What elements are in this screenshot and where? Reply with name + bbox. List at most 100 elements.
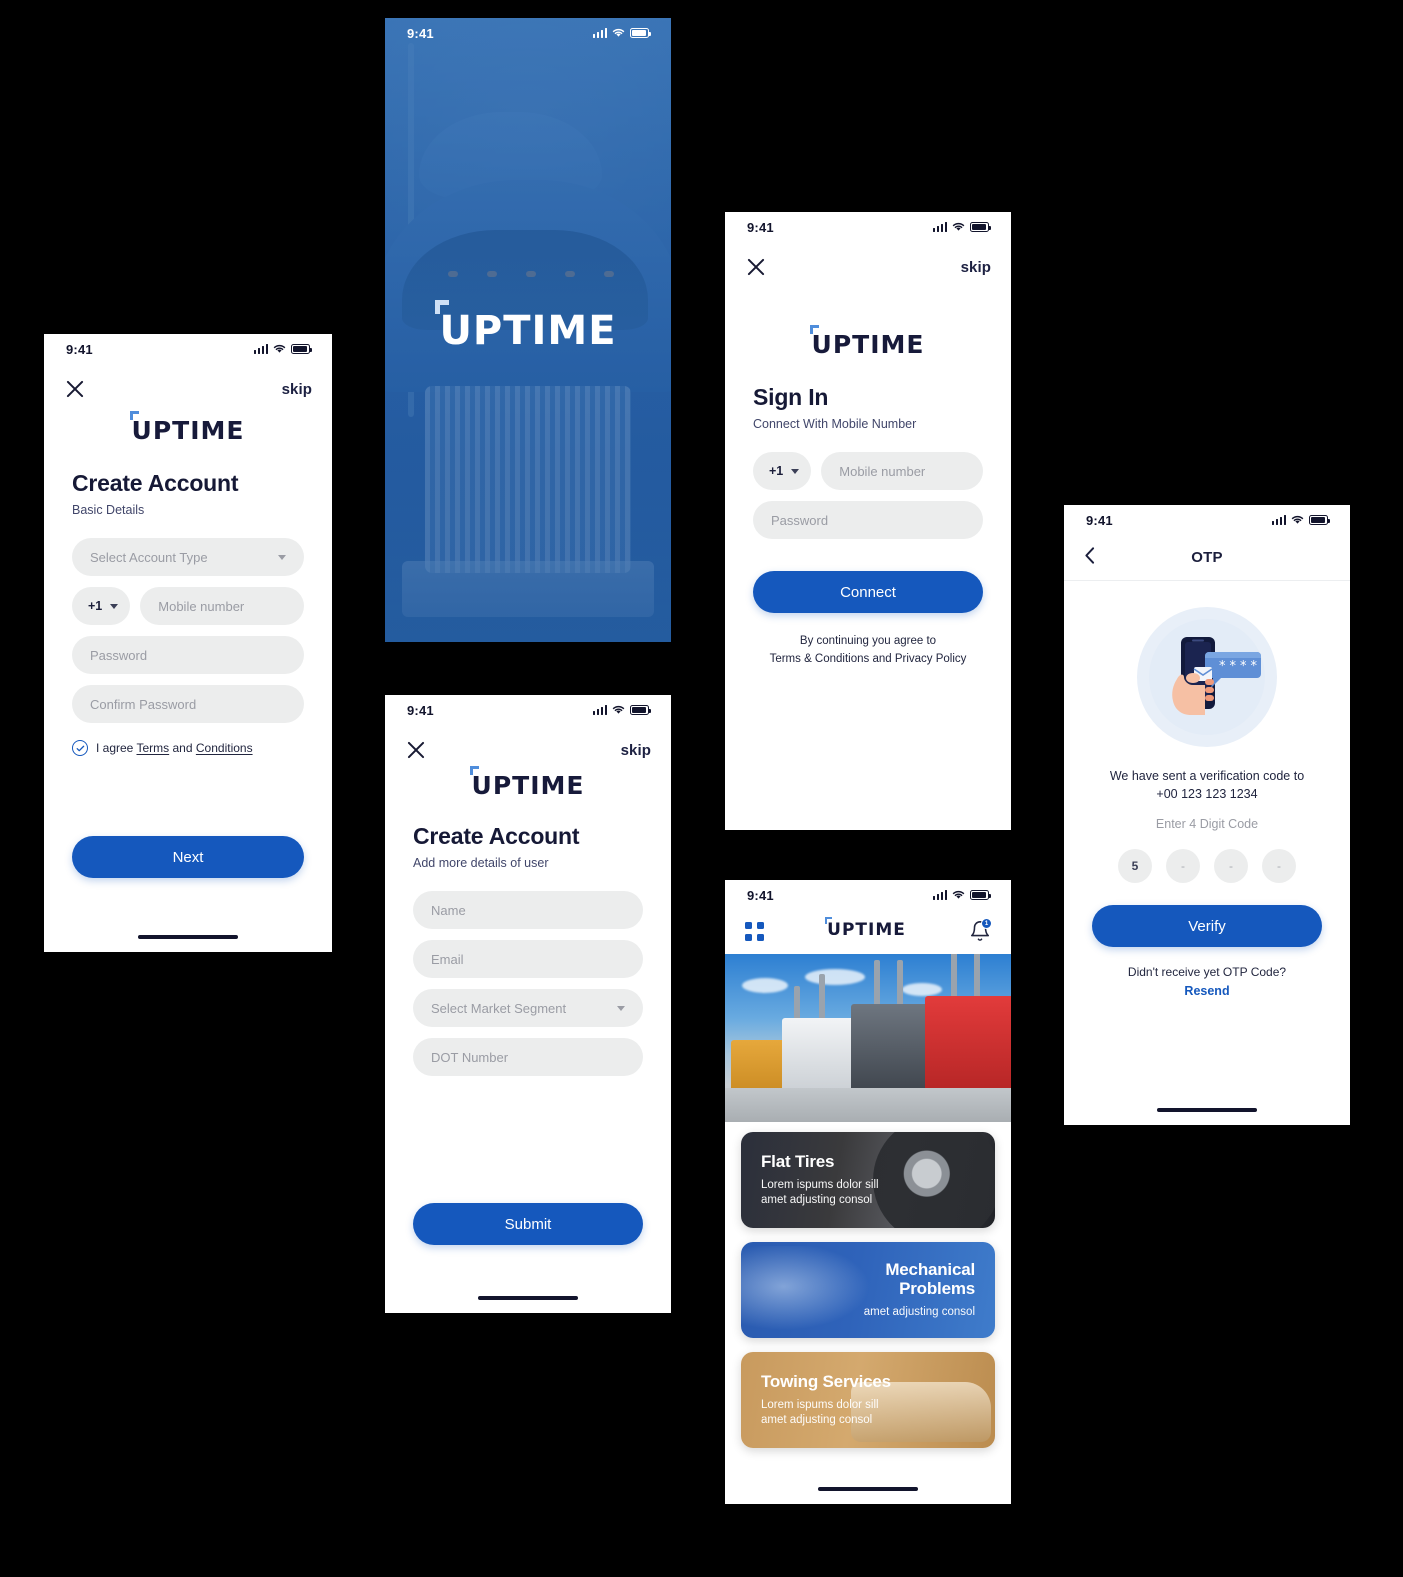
app-logo: UPTIME [825, 917, 906, 940]
confirm-password-input[interactable]: Confirm Password [72, 685, 304, 723]
logo-corner-tick [469, 766, 479, 775]
terms-link[interactable]: Terms [136, 741, 169, 755]
market-segment-select[interactable]: Select Market Segment [413, 989, 643, 1027]
otp-digit-1[interactable]: 5 [1118, 849, 1152, 884]
chevron-down-icon [617, 1005, 625, 1011]
otp-digit-2[interactable]: - [1166, 849, 1200, 884]
signal-icon [932, 222, 947, 232]
card-desc-line-1: amet adjusting consol [863, 1305, 975, 1318]
resend-button[interactable]: Resend [1064, 984, 1350, 998]
service-card-towing-services[interactable]: Towing Services Lorem ispums dolor sill … [741, 1352, 995, 1448]
connect-button[interactable]: Connect [753, 571, 983, 613]
battery-icon [1309, 515, 1330, 525]
otp-sent-line: We have sent a verification code to [1109, 769, 1305, 783]
notification-badge: 1 [981, 918, 992, 929]
verify-button[interactable]: Verify [1092, 905, 1322, 948]
conditions-link[interactable]: Conditions [196, 741, 253, 755]
signal-icon [253, 344, 268, 354]
status-time: 9:41 [407, 702, 434, 718]
notification-bell-icon[interactable]: 1 [969, 918, 992, 942]
home-indicator [478, 1296, 578, 1300]
password-placeholder: Password [771, 512, 829, 528]
hero-truck-image [725, 954, 1011, 1122]
service-card-mechanical-problems[interactable]: Mechanical Problems amet adjusting conso… [741, 1242, 995, 1338]
skip-button[interactable]: skip [961, 259, 991, 276]
signal-icon [592, 705, 607, 715]
country-code-select[interactable]: +1 [753, 452, 812, 490]
top-nav: skip [725, 242, 1011, 282]
logo-text: UPTIME [827, 920, 906, 940]
battery-icon [630, 28, 651, 38]
mobile-placeholder: Mobile number [839, 463, 926, 479]
grid-menu-icon[interactable] [745, 921, 764, 941]
next-button[interactable]: Next [72, 836, 304, 878]
status-bar: 9:41 [44, 334, 332, 364]
card-title-line-2: Problems [899, 1278, 975, 1298]
card-desc-line-1: Lorem ispums dolor sill [761, 1398, 879, 1411]
dot-number-input[interactable]: DOT Number [413, 1038, 643, 1076]
country-code-select[interactable]: +1 [72, 587, 131, 625]
close-icon[interactable] [405, 739, 427, 761]
battery-icon [630, 705, 651, 715]
submit-button[interactable]: Submit [413, 1203, 643, 1245]
legal-line-1: By continuing you agree to [799, 635, 937, 647]
status-bar: 9:41 [725, 880, 1011, 910]
name-placeholder: Name [431, 902, 466, 918]
close-icon[interactable] [745, 256, 767, 278]
app-logo: UPTIME [725, 325, 1011, 358]
top-nav: skip [44, 364, 332, 404]
signal-icon [592, 28, 607, 38]
legal-line-2[interactable]: Terms & Conditions and Privacy Policy [753, 651, 983, 669]
close-icon[interactable] [64, 378, 86, 400]
checkmark-icon[interactable] [72, 740, 88, 756]
page-title: Sign In [753, 384, 829, 410]
page-subtitle: Connect With Mobile Number [753, 417, 917, 431]
wifi-icon [612, 705, 625, 715]
market-segment-placeholder: Select Market Segment [431, 1000, 567, 1016]
status-time: 9:41 [747, 219, 774, 235]
name-input[interactable]: Name [413, 891, 643, 929]
card-title: Towing Services [761, 1371, 891, 1391]
signal-icon [932, 890, 947, 900]
password-placeholder: Password [90, 647, 148, 663]
page-title: OTP [1191, 549, 1223, 566]
signal-icon [1271, 515, 1286, 525]
country-code-value: +1 [769, 464, 784, 478]
otp-digit-3[interactable]: - [1214, 849, 1248, 884]
card-title: Mechanical Problems [885, 1260, 975, 1298]
app-logo: UPTIME [385, 300, 671, 355]
otp-digit-4[interactable]: - [1262, 849, 1296, 884]
logo-corner-tick [809, 325, 819, 334]
wifi-icon [273, 344, 286, 354]
otp-header: OTP [1064, 535, 1350, 581]
card-desc-line-2: amet adjusting consol [761, 1414, 873, 1427]
skip-button[interactable]: skip [621, 742, 651, 759]
password-input[interactable]: Password [72, 636, 304, 674]
page-title: Create Account [413, 823, 580, 849]
status-time: 9:41 [407, 25, 434, 41]
battery-icon [970, 222, 991, 232]
agree-and: and [172, 741, 193, 755]
mobile-input[interactable]: Mobile number [821, 452, 983, 490]
logo-text: UPTIME [439, 308, 617, 355]
email-placeholder: Email [431, 951, 464, 967]
wifi-icon [1291, 515, 1304, 525]
country-code-value: +1 [88, 599, 103, 613]
page-subtitle: Basic Details [72, 503, 145, 517]
screens-canvas: 9:41 skip UPTIME Create Account Basic De… [0, 0, 1403, 1577]
service-card-flat-tires[interactable]: Flat Tires Lorem ispums dolor sill amet … [741, 1132, 995, 1228]
logo-corner-tick [435, 300, 450, 315]
mobile-input[interactable]: Mobile number [140, 587, 304, 625]
back-icon[interactable] [1084, 546, 1095, 569]
status-time: 9:41 [1086, 512, 1113, 528]
terms-agreement-row[interactable]: I agree Terms and Conditions [72, 740, 304, 756]
card-desc-line-1: Lorem ispums dolor sill [761, 1178, 879, 1191]
logo-corner-tick [129, 411, 139, 420]
status-bar: 9:41 [1064, 505, 1350, 535]
otp-hint: Enter 4 Digit Code [1155, 817, 1259, 832]
screen-splash: 9:41 UPTIME [385, 18, 671, 642]
email-input[interactable]: Email [413, 940, 643, 978]
skip-button[interactable]: skip [282, 381, 312, 398]
password-input[interactable]: Password [753, 501, 983, 539]
account-type-select[interactable]: Select Account Type [72, 538, 304, 576]
